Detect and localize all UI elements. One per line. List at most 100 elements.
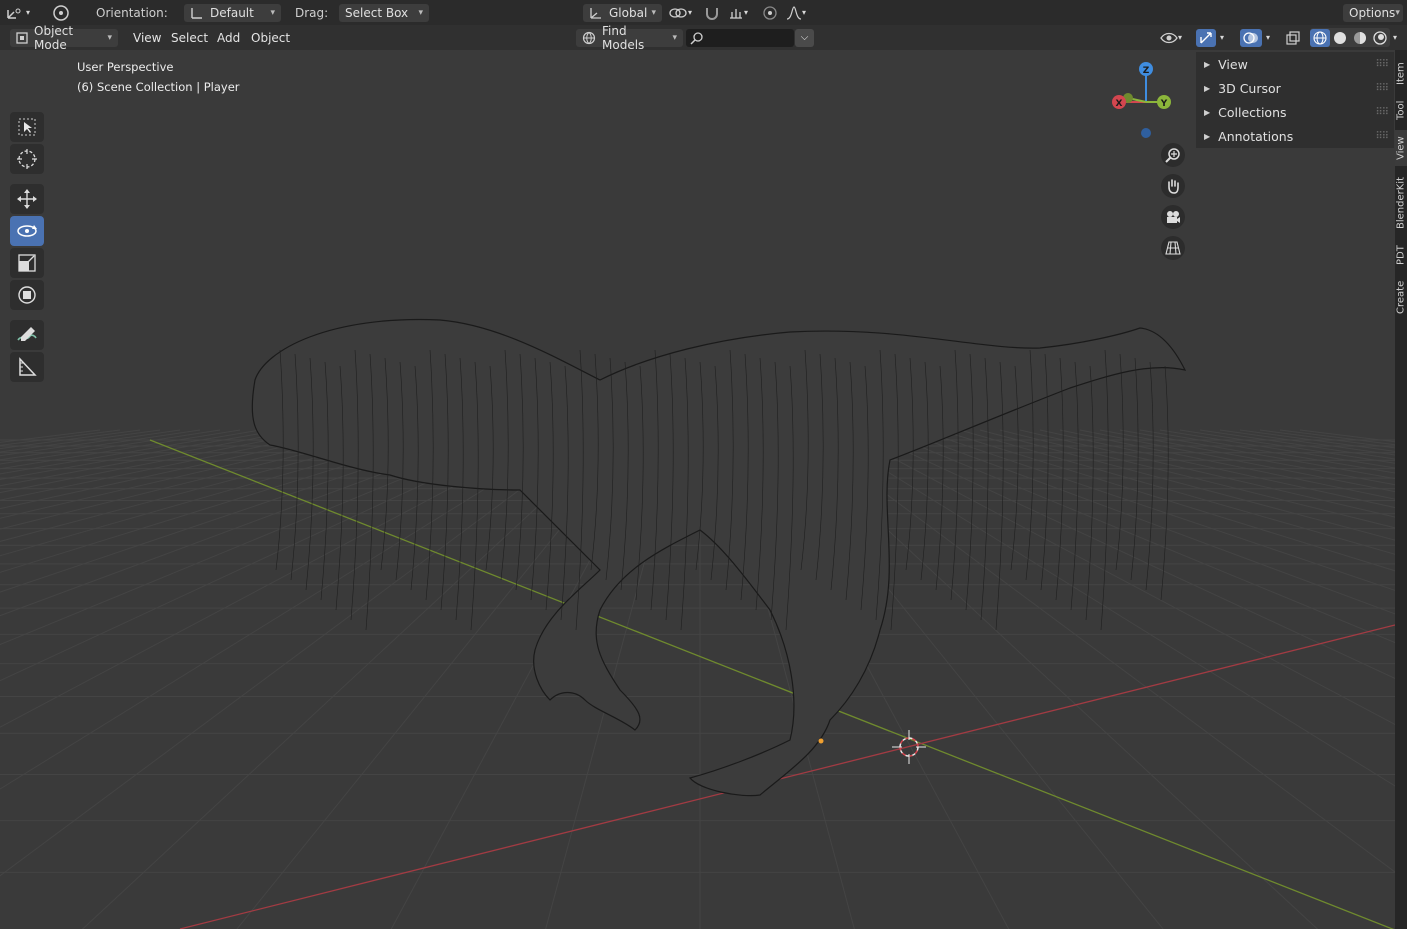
dinosaur-wireframe — [251, 318, 1187, 797]
editor-type-menu[interactable]: ▾ — [6, 3, 40, 22]
panel-view[interactable]: ▶ View ⠿⠿ — [1196, 52, 1394, 76]
rotate-tool[interactable] — [10, 216, 44, 246]
snap-target-dropdown[interactable]: ▾ — [728, 3, 756, 22]
object-origin — [818, 738, 824, 744]
select-box-tool[interactable] — [10, 112, 44, 142]
viewport-scene — [0, 318, 1395, 929]
visibility-dropdown[interactable]: ▾ — [1160, 28, 1192, 47]
chevron-down-icon: ▾ — [1395, 7, 1400, 18]
drag-value: Select Box — [345, 5, 409, 20]
cursor-tool[interactable] — [10, 144, 44, 174]
drag-grip-icon[interactable]: ⠿⠿ — [1375, 107, 1389, 118]
chevron-down-icon: ▾ — [688, 8, 693, 17]
chevron-down-icon: ▾ — [651, 7, 656, 18]
ortho-toggle-button[interactable] — [1161, 236, 1185, 260]
snap-toggle[interactable] — [704, 3, 724, 22]
pan-hand-icon — [1165, 178, 1181, 194]
move-tool[interactable] — [10, 184, 44, 214]
camera-view-button[interactable] — [1161, 205, 1185, 229]
xray-toggle[interactable] — [1286, 28, 1306, 47]
panel-collections[interactable]: ▶ Collections ⠿⠿ — [1196, 100, 1394, 124]
mesh-edge — [1085, 365, 1094, 621]
grid-line — [1259, 429, 1395, 449]
search-icon — [690, 31, 704, 45]
3d-viewport[interactable]: User Perspective (6) Scene Collection | … — [0, 50, 1395, 929]
tab-view[interactable]: View — [1395, 130, 1407, 166]
pan-button[interactable] — [1161, 174, 1185, 198]
drag-grip-icon[interactable]: ⠿⠿ — [1375, 83, 1389, 94]
mode-dropdown[interactable]: Object Mode ▾ — [10, 24, 118, 52]
rendered-shading-button[interactable] — [1370, 29, 1390, 47]
orientation-axis-icon — [190, 6, 204, 20]
tab-item[interactable]: Item — [1395, 56, 1407, 92]
navigation-gizmo[interactable]: Z Y X — [1106, 58, 1186, 148]
rotate-tool-icon — [50, 4, 72, 22]
menu-object[interactable]: Object — [244, 28, 297, 47]
search-input[interactable] — [686, 28, 794, 47]
overlays-icon — [1243, 31, 1259, 45]
tab-pdt[interactable]: PDT — [1395, 240, 1407, 270]
find-models-dropdown[interactable]: Find Models ▾ — [576, 24, 683, 52]
chevron-down-icon: ▾ — [1220, 33, 1225, 42]
annotate-tool[interactable] — [10, 320, 44, 350]
drag-grip-icon[interactable]: ⠿⠿ — [1375, 131, 1389, 142]
move-icon — [16, 188, 38, 210]
mesh-edge — [1100, 349, 1109, 631]
orientation-dropdown[interactable]: Default ▾ — [184, 3, 281, 22]
proportional-edit-toggle[interactable] — [762, 3, 782, 22]
transform-pivot-button[interactable] — [50, 3, 76, 22]
panel-3d-cursor-label: 3D Cursor — [1218, 80, 1281, 96]
grid-line — [0, 429, 221, 465]
measure-icon — [17, 357, 37, 377]
grid-line — [0, 429, 561, 728]
tool-settings-bar: ▾ Orientation: Default ▾ Drag: Select Bo… — [0, 0, 1407, 26]
wireframe-shading-button[interactable] — [1310, 28, 1330, 47]
grid-line — [0, 429, 281, 481]
grid-line — [1179, 429, 1395, 464]
gizmo-toggle[interactable] — [1196, 28, 1216, 47]
view-perspective-label: User Perspective — [77, 60, 174, 74]
zoom-button[interactable] — [1161, 143, 1185, 167]
chevron-down-icon: ▾ — [1393, 33, 1398, 42]
menu-view[interactable]: View — [126, 28, 168, 47]
tab-create[interactable]: Create — [1395, 276, 1407, 318]
drag-dropdown[interactable]: Select Box ▾ — [339, 3, 429, 22]
grid-line — [1219, 429, 1395, 456]
grid-line — [0, 429, 481, 593]
options-label: Options — [1349, 5, 1396, 20]
chevron-down-icon: ▾ — [1178, 33, 1183, 42]
pivot-point-dropdown[interactable]: ▾ — [668, 3, 698, 22]
overlays-toggle[interactable] — [1240, 28, 1262, 47]
transform-tool[interactable] — [10, 280, 44, 310]
overlays-dropdown[interactable]: ▾ — [1240, 28, 1278, 47]
menu-select[interactable]: Select — [164, 28, 215, 47]
measure-tool[interactable] — [10, 352, 44, 382]
scale-tool[interactable] — [10, 248, 44, 278]
panel-3d-cursor[interactable]: ▶ 3D Cursor ⠿⠿ — [1196, 76, 1394, 100]
x-axis-line — [179, 624, 1395, 929]
gizmo-dropdown[interactable]: ▾ — [1196, 28, 1232, 47]
grid-line — [0, 429, 441, 557]
chevron-down-icon: ▾ — [802, 8, 807, 17]
tool-shelf — [10, 110, 48, 384]
grid-line — [1059, 429, 1395, 500]
chevron-down-icon: ▾ — [418, 7, 423, 18]
search-filter-button[interactable]: ⌵ — [795, 28, 814, 47]
menu-add[interactable]: Add — [210, 28, 247, 47]
panel-annotations[interactable]: ▶ Annotations ⠿⠿ — [1196, 124, 1394, 148]
grid-line — [999, 429, 1395, 529]
transform-orientation-dropdown[interactable]: Global ▾ — [583, 3, 662, 22]
link-icon — [668, 6, 688, 20]
drag-grip-icon[interactable]: ⠿⠿ — [1375, 59, 1389, 70]
shading-options-dropdown[interactable]: ▾ — [1393, 28, 1405, 47]
falloff-dropdown[interactable]: ▾ — [786, 3, 814, 22]
tab-blenderkit[interactable]: BlenderKit — [1395, 172, 1407, 234]
material-shading-button[interactable] — [1350, 29, 1370, 47]
options-dropdown[interactable]: Options ▾ — [1343, 3, 1403, 22]
annotate-icon — [16, 324, 38, 346]
sidebar-tabs: Item Tool View BlenderKit PDT Create — [1395, 50, 1407, 929]
solid-shading-button[interactable] — [1330, 29, 1350, 47]
gizmo-icon — [1199, 31, 1213, 45]
grid-line — [0, 429, 401, 530]
tab-tool[interactable]: Tool — [1395, 96, 1407, 124]
